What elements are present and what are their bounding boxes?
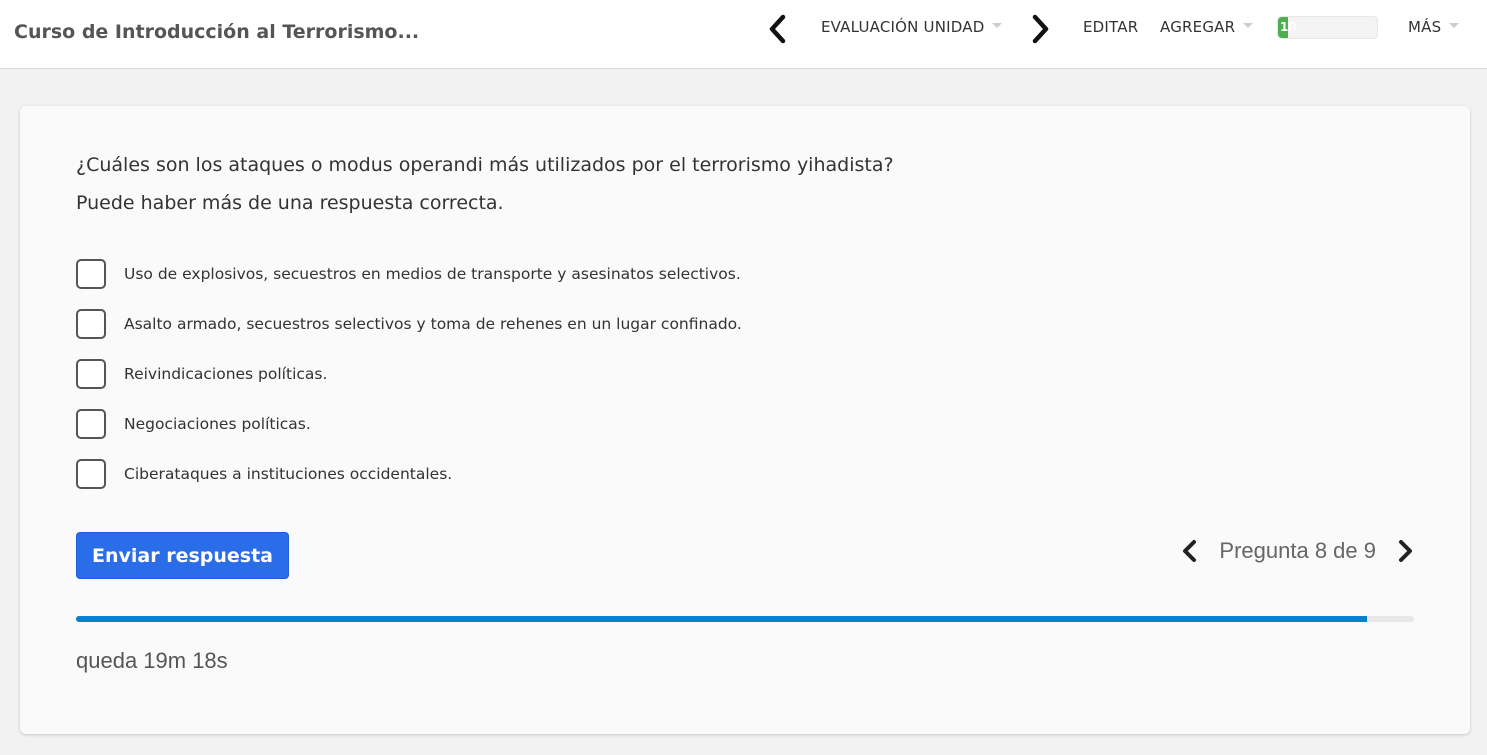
answer-label[interactable]: Reivindicaciones políticas. (124, 365, 327, 383)
answer-label[interactable]: Asalto armado, secuestros selectivos y t… (124, 315, 742, 333)
answer-checkbox[interactable] (76, 459, 106, 489)
question-instruction: Puede haber más de una respuesta correct… (76, 192, 504, 214)
course-progress-label: 10 (1280, 20, 1297, 34)
more-menu[interactable]: MÁS (1408, 18, 1460, 36)
answer-label[interactable]: Ciberataques a instituciones occidentale… (124, 465, 452, 483)
answer-checkbox[interactable] (76, 359, 106, 389)
answer-option[interactable]: Uso de explosivos, secuestros en medios … (76, 259, 741, 289)
answer-label[interactable]: Negociaciones políticas. (124, 415, 311, 433)
answer-option[interactable]: Ciberataques a instituciones occidentale… (76, 459, 452, 489)
next-question-button[interactable] (1394, 536, 1416, 566)
answer-checkbox[interactable] (76, 409, 106, 439)
unit-menu[interactable]: EVALUACIÓN UNIDAD (821, 18, 1003, 36)
top-bar: Curso de Introducción al Terrorismo... E… (0, 0, 1487, 69)
time-progress-bar (76, 616, 1414, 622)
answer-option[interactable]: Reivindicaciones políticas. (76, 359, 327, 389)
edit-link[interactable]: EDITAR (1083, 18, 1138, 36)
question-counter: Pregunta 8 de 9 (1219, 538, 1376, 563)
course-progress-bar: 10 (1277, 16, 1378, 39)
answer-checkbox[interactable] (76, 309, 106, 339)
chevron-left-icon (1183, 540, 1197, 562)
more-menu-label: MÁS (1408, 18, 1442, 36)
answer-option[interactable]: Asalto armado, secuestros selectivos y t… (76, 309, 742, 339)
add-menu[interactable]: AGREGAR (1160, 18, 1254, 36)
question-pager: Pregunta 8 de 9 (1179, 535, 1416, 567)
caret-down-icon (992, 23, 1003, 28)
previous-unit-button[interactable] (766, 14, 790, 44)
course-title[interactable]: Curso de Introducción al Terrorismo... (14, 21, 419, 43)
chevron-left-icon (769, 14, 786, 44)
chevron-right-icon (1032, 14, 1049, 44)
previous-question-button[interactable] (1179, 536, 1201, 566)
answer-option[interactable]: Negociaciones políticas. (76, 409, 311, 439)
answer-checkbox[interactable] (76, 259, 106, 289)
time-progress-fill (76, 616, 1368, 622)
caret-down-icon (1243, 23, 1254, 28)
question-text: ¿Cuáles son los ataques o modus operandi… (76, 146, 1276, 222)
question-prompt: ¿Cuáles son los ataques o modus operandi… (76, 154, 894, 176)
next-unit-button[interactable] (1028, 14, 1052, 44)
add-menu-label: AGREGAR (1160, 18, 1236, 36)
question-card: ¿Cuáles son los ataques o modus operandi… (20, 106, 1470, 734)
caret-down-icon (1449, 23, 1460, 28)
answer-label[interactable]: Uso de explosivos, secuestros en medios … (124, 265, 741, 283)
submit-answer-button[interactable]: Enviar respuesta (76, 532, 289, 579)
time-remaining: queda 19m 18s (76, 648, 228, 673)
unit-menu-label: EVALUACIÓN UNIDAD (821, 18, 985, 36)
chevron-right-icon (1399, 540, 1412, 562)
